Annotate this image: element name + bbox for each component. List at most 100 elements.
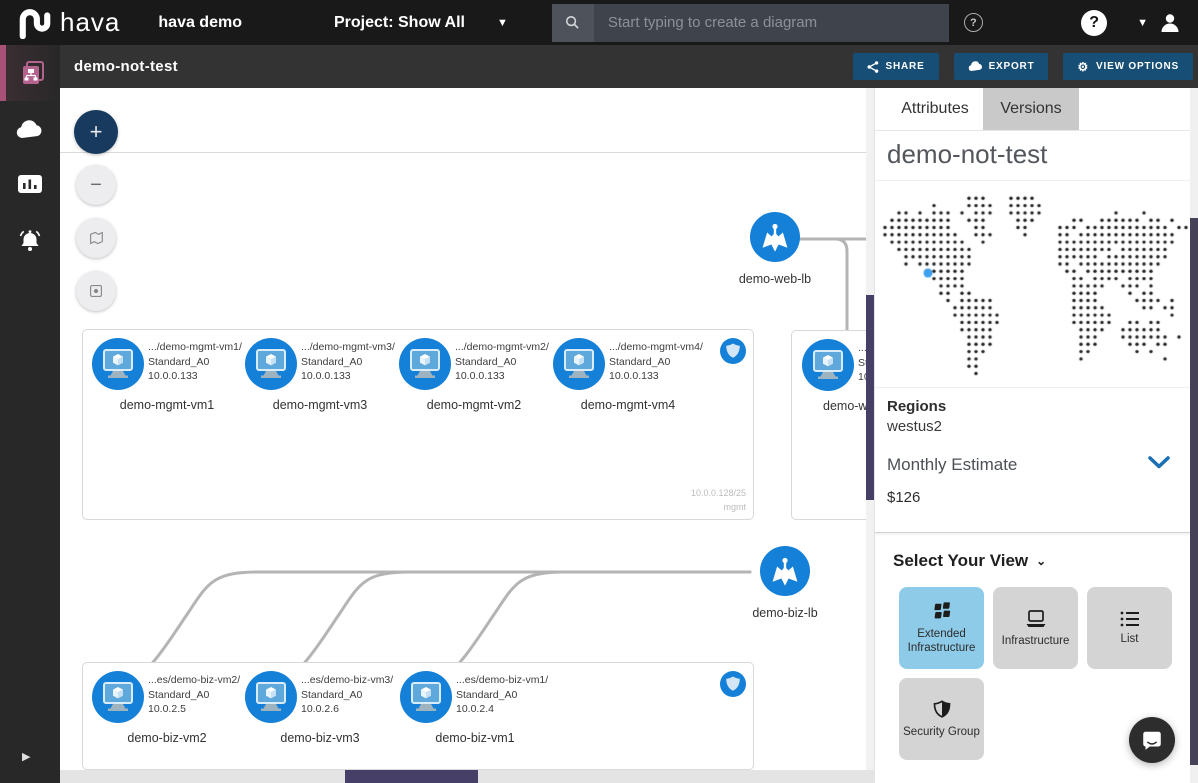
view-tile-security-group[interactable]: Security Group	[899, 678, 984, 760]
top-right-cluster: ? ▼	[1081, 10, 1182, 36]
estimate-expand-chevron-icon[interactable]	[1148, 456, 1170, 474]
vm-node[interactable]: .../demo-mgmt-vm2/ Standard_A0 10.0.0.13…	[399, 338, 549, 412]
workspace-name: hava demo	[158, 14, 242, 32]
region-map-container	[875, 180, 1198, 388]
tab-attributes[interactable]: Attributes	[887, 88, 983, 130]
subnet-group-biz[interactable]: ...es/demo-biz-vm2/ Standard_A0 10.0.2.5…	[82, 662, 754, 770]
nsg-shield-icon	[720, 671, 746, 697]
azure-vm-icon	[245, 338, 297, 390]
vm-details: .../demo-mgmt-vm4/ Standard_A0 10.0.0.13…	[609, 340, 703, 384]
chat-widget-button[interactable]	[1129, 717, 1175, 763]
vm-node[interactable]: .../demo-mgmt-vm1/ Standard_A0 10.0.0.13…	[92, 338, 242, 412]
diagram-canvas[interactable]: + − demo-web-lb demo-biz-lb 10.0.0.128/2…	[60, 88, 874, 783]
attributes-panel: Attributes Versions demo-not-test Region…	[874, 88, 1198, 783]
project-label: Project: Show All	[334, 14, 465, 32]
azure-vm-icon	[400, 671, 452, 723]
chevron-down-icon: ▼	[497, 17, 508, 29]
chat-bubble-icon	[1140, 728, 1164, 752]
vm-node[interactable]: ...es/demo-biz-vm3/ Standard_A0 10.0.2.6…	[245, 671, 395, 745]
load-balancer-icon	[750, 249, 800, 266]
cloud-export-icon	[968, 61, 982, 72]
subnet-label: 10.0.0.128/25 mgmt	[691, 487, 746, 514]
export-button[interactable]: EXPORT	[954, 53, 1049, 80]
top-bar: hava hava demo Project: Show All ▼ ? ? ▼	[0, 0, 1198, 45]
diagram-toolbar: demo-not-test SHARE EXPORT ⚙ VIEW OPTION…	[60, 45, 1198, 88]
brand-name: hava	[60, 7, 120, 38]
search-icon	[552, 4, 594, 42]
sidebar-expand-icon[interactable]: ▶	[22, 750, 30, 763]
vm-details: ...es/demo-biz-vm1/ Standard_A0 10.0.2.4	[456, 673, 548, 717]
vm-node[interactable]: ... St 10 demo-we	[802, 339, 874, 413]
vm-details: .../demo-mgmt-vm1/ Standard_A0 10.0.0.13…	[148, 340, 242, 384]
gear-icon: ⚙	[1077, 60, 1089, 74]
fit-view-button[interactable]	[76, 218, 116, 258]
regions-label: Regions	[887, 398, 1186, 415]
panel-tabs: Attributes Versions	[875, 88, 1198, 131]
help-icon[interactable]: ?	[1081, 10, 1107, 36]
subnet-group-mgmt[interactable]: 10.0.0.128/25 mgmt .../demo-mgmt-vm1/ St…	[82, 329, 754, 520]
sidebar-item-cloud[interactable]	[0, 101, 60, 157]
nsg-shield-icon	[720, 338, 746, 364]
monthly-estimate-label: Monthly Estimate	[887, 455, 1017, 475]
view-tile-extended-infrastructure[interactable]: Extended Infrastructure	[899, 587, 984, 669]
azure-vm-icon	[92, 671, 144, 723]
left-sidebar: ▶	[0, 45, 60, 783]
vm-node[interactable]: ...es/demo-biz-vm1/ Standard_A0 10.0.2.4…	[400, 671, 550, 745]
sidebar-item-alerts[interactable]	[0, 213, 60, 269]
load-balancer-icon	[760, 583, 810, 600]
list-icon	[1119, 610, 1141, 628]
panel-scrollbar-thumb[interactable]	[1190, 218, 1198, 765]
azure-vm-icon	[399, 338, 451, 390]
vm-details: ...es/demo-biz-vm2/ Standard_A0 10.0.2.5	[148, 673, 240, 717]
vm-details: .../demo-mgmt-vm2/ Standard_A0 10.0.0.13…	[455, 340, 549, 384]
search-help-icon[interactable]: ?	[964, 13, 983, 32]
center-icon	[87, 282, 105, 300]
diagram-title: demo-not-test	[74, 58, 178, 75]
diagrams-icon	[19, 59, 47, 87]
region-map	[877, 183, 1195, 385]
panel-title: demo-not-test	[875, 131, 1198, 180]
vm-node[interactable]: ...es/demo-biz-vm2/ Standard_A0 10.0.2.5…	[92, 671, 242, 745]
infrastructure-icon	[1024, 608, 1048, 630]
azure-vm-icon	[92, 338, 144, 390]
cloud-icon	[15, 118, 45, 140]
zoom-out-button[interactable]: −	[76, 165, 116, 205]
view-tile-infrastructure[interactable]: Infrastructure	[993, 587, 1078, 669]
sidebar-item-stats[interactable]	[0, 157, 60, 213]
select-view-heading[interactable]: Select Your View ⌄	[893, 551, 1198, 571]
map-icon	[87, 229, 105, 247]
share-icon	[867, 61, 879, 73]
search-input[interactable]	[594, 4, 949, 42]
center-view-button[interactable]	[76, 271, 116, 311]
hava-logo[interactable]: hava	[16, 7, 120, 39]
canvas-vscrollbar-thumb[interactable]	[866, 295, 874, 500]
subnet-group-web[interactable]: ... St 10 demo-we	[791, 330, 874, 520]
vm-details: ...es/demo-biz-vm3/ Standard_A0 10.0.2.6	[301, 673, 393, 717]
user-icon[interactable]	[1158, 11, 1182, 35]
security-shield-icon	[931, 699, 953, 721]
diagram-search	[552, 4, 949, 42]
azure-vm-icon	[245, 671, 297, 723]
vm-node[interactable]: .../demo-mgmt-vm3/ Standard_A0 10.0.0.13…	[245, 338, 395, 412]
alarm-bell-icon	[16, 228, 44, 254]
azure-vm-icon	[802, 339, 854, 391]
view-options-button[interactable]: ⚙ VIEW OPTIONS	[1063, 53, 1193, 80]
vm-details: .../demo-mgmt-vm3/ Standard_A0 10.0.0.13…	[301, 340, 395, 384]
bar-chart-icon	[17, 174, 43, 196]
view-tile-list[interactable]: List	[1087, 587, 1172, 669]
chevron-down-icon: ⌄	[1036, 554, 1046, 568]
share-button[interactable]: SHARE	[853, 53, 939, 80]
account-chevron-icon[interactable]: ▼	[1137, 17, 1148, 29]
zoom-in-button[interactable]: +	[74, 110, 118, 154]
sidebar-item-environments[interactable]	[0, 45, 60, 101]
azure-vm-icon	[553, 338, 605, 390]
load-balancer-node[interactable]: demo-web-lb	[737, 212, 813, 287]
monthly-estimate-value: $126	[887, 489, 1186, 506]
hava-logo-icon	[16, 7, 54, 39]
tab-versions[interactable]: Versions	[983, 88, 1079, 130]
vm-node[interactable]: .../demo-mgmt-vm4/ Standard_A0 10.0.0.13…	[553, 338, 703, 412]
canvas-hscrollbar-thumb[interactable]	[345, 770, 478, 783]
project-dropdown[interactable]: Project: Show All ▼	[334, 14, 508, 32]
load-balancer-node[interactable]: demo-biz-lb	[737, 546, 833, 621]
region-value: westus2	[887, 418, 1186, 435]
